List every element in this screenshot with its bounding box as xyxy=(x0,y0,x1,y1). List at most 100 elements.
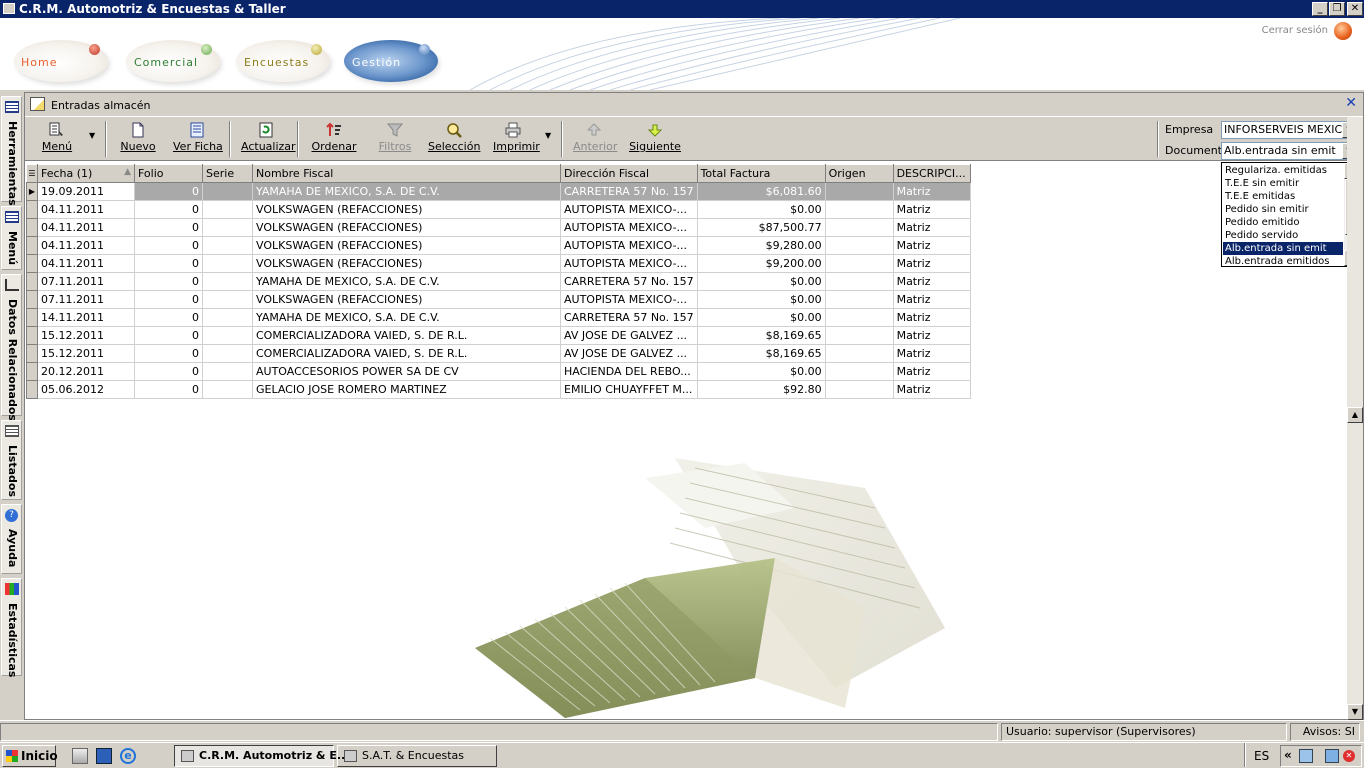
scroll-down-icon[interactable]: ▼ xyxy=(1347,704,1363,720)
table-row[interactable]: 05.06.2012 0 GELACIO JOSE ROMERO MARTINEZ E… xyxy=(26,380,971,399)
cell-folio[interactable]: 0 xyxy=(134,308,203,327)
nuevo-button[interactable]: Nuevo xyxy=(118,120,158,158)
cell-fecha[interactable]: 07.11.2011 xyxy=(37,272,135,291)
cell-nombre-fiscal[interactable]: YAMAHA DE MEXICO, S.A. DE C.V. xyxy=(252,272,561,291)
cell-nombre-fiscal[interactable]: VOLKSWAGEN (REFACCIONES) xyxy=(252,218,561,237)
row-indicator[interactable] xyxy=(26,362,38,381)
table-row[interactable]: 04.11.2011 0 VOLKSWAGEN (REFACCIONES) AUTOP… xyxy=(26,218,971,237)
row-indicator[interactable] xyxy=(26,344,38,363)
cell-direccion-fiscal[interactable]: HACIENDA DEL REBO... xyxy=(560,362,698,381)
table-row[interactable]: 04.11.2011 0 VOLKSWAGEN (REFACCIONES) AUTOP… xyxy=(26,200,971,219)
row-indicator[interactable] xyxy=(26,326,38,345)
menu-dropdown-arrow-icon[interactable]: ▼ xyxy=(89,131,95,140)
cell-direccion-fiscal[interactable]: AUTOPISTA MEXICO-... xyxy=(560,200,698,219)
row-indicator[interactable] xyxy=(26,308,38,327)
nav-tab-encuestas[interactable]: Encuestas xyxy=(236,40,330,82)
table-row[interactable]: 15.12.2011 0 COMERCIALIZADORA VAIED, S. DE… xyxy=(26,326,971,345)
cell-origen[interactable] xyxy=(824,362,894,381)
cell-fecha[interactable]: 15.12.2011 xyxy=(37,344,135,363)
dropdown-option[interactable]: Pedido servido xyxy=(1223,229,1343,242)
table-row[interactable]: 15.12.2011 0 COMERCIALIZADORA VAIED, S. DE… xyxy=(26,344,971,363)
cell-descripcion[interactable]: Matriz xyxy=(892,200,971,219)
row-indicator[interactable] xyxy=(26,218,38,237)
imprimir-button[interactable]: Imprimir xyxy=(493,120,540,158)
dropdown-option[interactable]: Regulariza. emitidas xyxy=(1223,164,1343,177)
logout-link[interactable]: Cerrar sesión xyxy=(1262,25,1328,36)
cell-nombre-fiscal[interactable]: COMERCIALIZADORA VAIED, S. DE R.L. xyxy=(252,326,561,345)
cell-origen[interactable] xyxy=(824,236,894,255)
siguiente-button[interactable]: Siguiente xyxy=(629,120,681,158)
network-icon[interactable] xyxy=(1299,749,1313,763)
print-dropdown-arrow-icon[interactable]: ▼ xyxy=(545,131,551,140)
cell-serie[interactable] xyxy=(202,254,253,273)
cell-nombre-fiscal[interactable]: VOLKSWAGEN (REFACCIONES) xyxy=(252,236,561,255)
dropdown-option[interactable]: Alb.entrada emitidos xyxy=(1223,255,1343,268)
cell-origen[interactable] xyxy=(824,200,894,219)
internet-explorer-icon[interactable]: e xyxy=(120,748,136,764)
cell-origen[interactable] xyxy=(824,272,894,291)
cell-origen[interactable] xyxy=(824,218,894,237)
cell-total-factura[interactable]: $9,200.00 xyxy=(696,254,826,273)
cell-fecha[interactable]: 04.11.2011 xyxy=(37,254,135,273)
empresa-select[interactable]: INFORSERVEIS MEXIC ▼ xyxy=(1221,121,1358,139)
cell-descripcion[interactable]: Matriz xyxy=(892,272,971,291)
column-header-fecha[interactable]: Fecha (1) ▲ xyxy=(37,164,135,183)
cell-descripcion[interactable]: Matriz xyxy=(892,344,971,363)
cell-fecha[interactable]: 05.06.2012 xyxy=(37,380,135,399)
column-header-descripcion[interactable]: DESCRIPCI... xyxy=(892,164,971,183)
cell-folio[interactable]: 0 xyxy=(134,254,203,273)
cell-total-factura[interactable]: $87,500.77 xyxy=(696,218,826,237)
cell-serie[interactable] xyxy=(202,200,253,219)
sidebar-item-estadisticas[interactable]: Estadísticas xyxy=(1,578,22,677)
cell-total-factura[interactable]: $6,081.60 xyxy=(696,182,826,201)
column-header-folio[interactable]: Folio xyxy=(134,164,203,183)
cell-serie[interactable] xyxy=(202,272,253,291)
cell-direccion-fiscal[interactable]: CARRETERA 57 No. 157 xyxy=(560,182,698,201)
cell-direccion-fiscal[interactable]: AUTOPISTA MEXICO-... xyxy=(560,290,698,309)
column-header-total-factura[interactable]: Total Factura xyxy=(696,164,826,183)
column-header-serie[interactable]: Serie xyxy=(202,164,253,183)
sidebar-item-ayuda[interactable]: ? Ayuda xyxy=(1,504,22,574)
cell-total-factura[interactable]: $9,280.00 xyxy=(696,236,826,255)
cell-fecha[interactable]: 19.09.2011 xyxy=(37,182,135,201)
cell-direccion-fiscal[interactable]: AV JOSE DE GALVEZ ... xyxy=(560,344,698,363)
cell-nombre-fiscal[interactable]: COMERCIALIZADORA VAIED, S. DE R.L. xyxy=(252,344,561,363)
grid-corner-icon[interactable]: ☰ xyxy=(26,164,38,183)
cell-fecha[interactable]: 04.11.2011 xyxy=(37,200,135,219)
restore-button[interactable]: ❐ xyxy=(1329,2,1345,16)
cell-folio[interactable]: 0 xyxy=(134,200,203,219)
sidebar-item-herramientas[interactable]: Herramientas xyxy=(1,96,22,206)
cell-nombre-fiscal[interactable]: YAMAHA DE MEXICO, S.A. DE C.V. xyxy=(252,308,561,327)
row-indicator[interactable] xyxy=(26,380,38,399)
menu-button[interactable]: Menú xyxy=(37,120,77,158)
column-header-origen[interactable]: Origen xyxy=(824,164,894,183)
cell-descripcion[interactable]: Matriz xyxy=(892,218,971,237)
seleccion-button[interactable]: Selección xyxy=(428,120,480,158)
dropdown-option[interactable]: T.E.E emitidas xyxy=(1223,190,1343,203)
cell-folio[interactable]: 0 xyxy=(134,290,203,309)
table-row[interactable]: 04.11.2011 0 VOLKSWAGEN (REFACCIONES) AUTOP… xyxy=(26,236,971,255)
cell-direccion-fiscal[interactable]: AUTOPISTA MEXICO-... xyxy=(560,254,698,273)
cell-descripcion[interactable]: Matriz xyxy=(892,182,971,201)
cell-folio[interactable]: 0 xyxy=(134,344,203,363)
cell-total-factura[interactable]: $8,169.65 xyxy=(696,326,826,345)
alert-icon[interactable]: ✕ xyxy=(1343,750,1355,762)
table-row[interactable]: 20.12.2011 0 AUTOACCESORIOS POWER SA DE CV… xyxy=(26,362,971,381)
taskbar-item-crm[interactable]: C.R.M. Automotriz & E... xyxy=(174,745,349,767)
cell-nombre-fiscal[interactable]: AUTOACCESORIOS POWER SA DE CV xyxy=(252,362,561,381)
scroll-up-icon[interactable]: ▲ xyxy=(1347,407,1363,423)
cell-folio[interactable]: 0 xyxy=(134,218,203,237)
table-row[interactable]: 07.11.2011 0 VOLKSWAGEN (REFACCIONES) AUTOP… xyxy=(26,290,971,309)
network-connections-icon[interactable] xyxy=(1325,749,1339,763)
cell-descripcion[interactable]: Matriz xyxy=(892,290,971,309)
cell-fecha[interactable]: 15.12.2011 xyxy=(37,326,135,345)
cell-direccion-fiscal[interactable]: CARRETERA 57 No. 157 xyxy=(560,272,698,291)
nav-tab-comercial[interactable]: Comercial xyxy=(126,40,220,82)
cell-nombre-fiscal[interactable]: YAMAHA DE MEXICO, S.A. DE C.V. xyxy=(252,182,561,201)
show-desktop-icon[interactable] xyxy=(96,748,112,764)
cell-total-factura[interactable]: $8,169.65 xyxy=(696,344,826,363)
cell-direccion-fiscal[interactable]: AUTOPISTA MEXICO-... xyxy=(560,218,698,237)
cell-nombre-fiscal[interactable]: VOLKSWAGEN (REFACCIONES) xyxy=(252,254,561,273)
cell-serie[interactable] xyxy=(202,362,253,381)
row-indicator[interactable] xyxy=(26,200,38,219)
